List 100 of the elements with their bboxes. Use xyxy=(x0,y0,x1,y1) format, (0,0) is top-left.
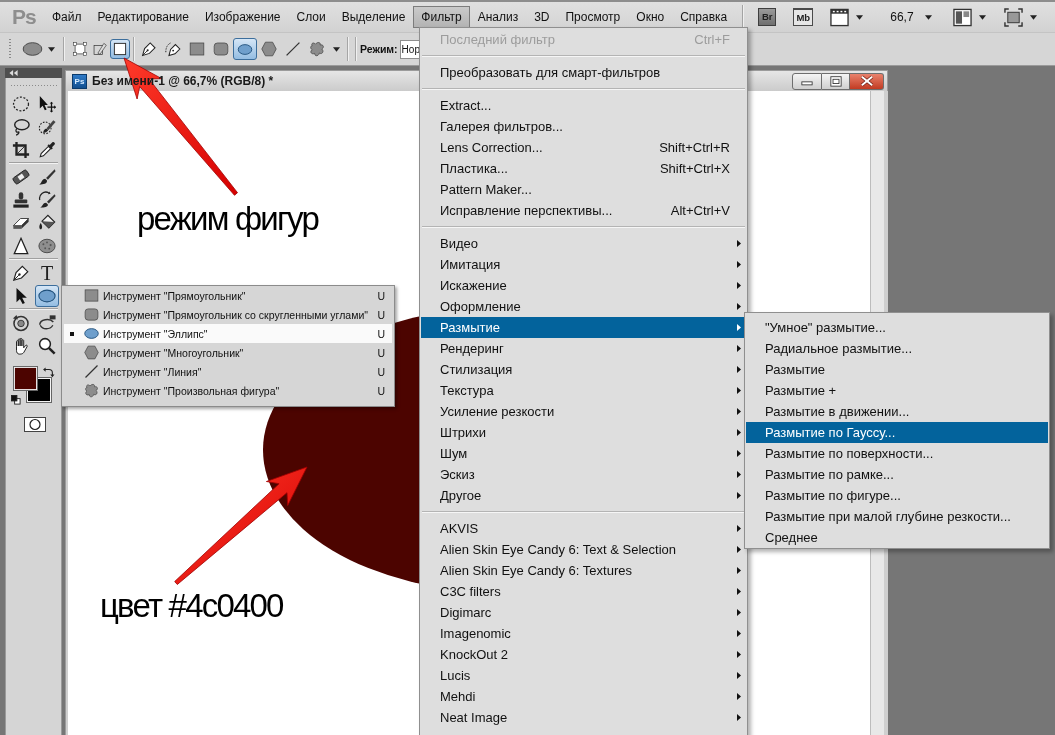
menu-item[interactable]: Искажение xyxy=(421,275,745,296)
menu-item[interactable]: Имитация xyxy=(421,254,745,275)
submenu-arrow-icon xyxy=(737,471,741,478)
menu[interactable]: Слои xyxy=(288,6,334,28)
arrange-documents-button[interactable] xyxy=(951,6,987,28)
blob-shape-icon xyxy=(83,383,100,398)
default-colors-icon[interactable] xyxy=(11,395,21,405)
menu-item[interactable]: Галерея фильтров... xyxy=(421,116,745,137)
hexagon-icon xyxy=(83,345,100,360)
menu-item[interactable]: Эскиз xyxy=(421,464,745,485)
menu-item[interactable]: "Умное" размытие... xyxy=(746,317,1048,338)
foreground-swatch-icon[interactable] xyxy=(13,366,38,391)
maximize-icon[interactable] xyxy=(828,75,843,87)
menu-item[interactable]: Размытие xyxy=(746,359,1048,380)
menu-item[interactable]: Extract... xyxy=(421,95,745,116)
mode-label: Режим: xyxy=(360,43,398,55)
menu-item[interactable]: Neat Image xyxy=(421,707,745,728)
menu[interactable]: Изображение xyxy=(196,6,289,28)
menu-item[interactable]: Инструмент "Прямоугольник" U xyxy=(64,286,392,305)
menu[interactable]: Файл xyxy=(44,6,90,28)
grip-handle[interactable] xyxy=(9,38,11,60)
menu-item[interactable]: Рендеринг xyxy=(421,338,745,359)
menu-item[interactable]: Усиление резкости xyxy=(421,401,745,422)
type-tool-button[interactable]: T xyxy=(35,261,59,284)
menu-item[interactable]: Инструмент "Произвольная фигура" U xyxy=(64,381,392,400)
caret-icon[interactable] xyxy=(856,14,864,20)
menu-item[interactable]: Текстура xyxy=(421,380,745,401)
menu-item[interactable]: Alien Skin Eye Candy 6: Textures xyxy=(421,560,745,581)
menu-item[interactable]: Lucis xyxy=(421,665,745,686)
menu-item[interactable]: Alien Skin Eye Candy 6: Text & Selection xyxy=(421,539,745,560)
menu-item[interactable]: Размытие по рамке... xyxy=(746,464,1048,485)
submenu-arrow-icon xyxy=(737,609,741,616)
menu-item[interactable]: KnockOut 2 xyxy=(421,644,745,665)
menu-item[interactable]: Другое xyxy=(421,485,745,506)
menu-item[interactable]: Инструмент "Многоугольник" U xyxy=(64,343,392,362)
swap-arrows-icon[interactable] xyxy=(43,367,55,378)
menu[interactable]: Окно xyxy=(628,6,673,28)
launcher-button[interactable]: Mb xyxy=(793,8,814,26)
menu-item[interactable]: Среднее xyxy=(746,527,1048,548)
menu-item[interactable]: AKVIS xyxy=(421,518,745,539)
submenu-arrow-icon xyxy=(737,324,741,331)
menu-item[interactable]: Lens Correction... Shift+Ctrl+R xyxy=(421,137,745,158)
layout-icon[interactable] xyxy=(952,7,972,27)
menu-item[interactable]: Размытие по фигуре... xyxy=(746,485,1048,506)
quick-mask-icon[interactable] xyxy=(24,417,46,432)
ellipse-icon xyxy=(83,326,100,341)
menu[interactable]: Просмотр xyxy=(557,6,629,28)
menu-item[interactable]: Пластика... Shift+Ctrl+X xyxy=(421,158,745,179)
rectangle-icon xyxy=(83,288,100,303)
menu-item[interactable]: Оформление xyxy=(421,296,745,317)
view-extras-button[interactable] xyxy=(829,6,865,28)
menu-item[interactable]: Pattern Maker... xyxy=(421,179,745,200)
menu[interactable]: Анализ xyxy=(469,6,527,28)
menu[interactable]: Выделение xyxy=(333,6,414,28)
menu-item[interactable]: Преобразовать для смарт-фильтров xyxy=(421,62,745,83)
menu-item[interactable]: Размытие + xyxy=(746,380,1048,401)
menu-item[interactable]: Штрихи xyxy=(421,422,745,443)
screen-mode-button[interactable] xyxy=(1002,6,1038,28)
caret-icon[interactable] xyxy=(1029,14,1037,20)
menu-item[interactable]: Размытие при малой глубине резкости... xyxy=(746,506,1048,527)
caret-icon[interactable] xyxy=(48,46,55,52)
film-strip-icon[interactable] xyxy=(830,7,850,27)
menu-item[interactable]: Imagenomic xyxy=(421,623,745,644)
ellipse-icon[interactable] xyxy=(22,42,43,56)
launcher-button[interactable]: Br xyxy=(758,8,777,26)
close-icon[interactable] xyxy=(859,75,874,87)
submenu-arrow-icon xyxy=(737,672,741,679)
menu-item[interactable]: Шум xyxy=(421,443,745,464)
menu-item[interactable]: Исправление перспективы... Alt+Ctrl+V xyxy=(421,200,745,221)
collapse-icon[interactable] xyxy=(9,70,18,76)
menu-item[interactable]: Стилизация xyxy=(421,359,745,380)
menu-item[interactable]: Mehdi xyxy=(421,686,745,707)
blend-mode-field[interactable]: Нор xyxy=(399,39,421,59)
panel-header[interactable] xyxy=(5,68,62,78)
menu-item[interactable]: Инструмент "Прямоугольник со скругленными углами" U xyxy=(64,305,392,324)
zoom-level-dropdown[interactable]: 66,7 xyxy=(889,6,933,28)
menu-item[interactable]: Размытие в движении... xyxy=(746,401,1048,422)
menu-item[interactable]: Инструмент "Линия" U xyxy=(64,362,392,381)
screen-mode-icon[interactable] xyxy=(1003,7,1023,27)
menu[interactable]: 3D xyxy=(526,6,558,28)
menu-item[interactable]: Размытие xyxy=(421,317,745,338)
menu[interactable]: Редактирование xyxy=(89,6,197,28)
menu-item[interactable]: Размытие по поверхности... xyxy=(746,443,1048,464)
minimize-button[interactable] xyxy=(792,72,822,90)
caret-icon[interactable] xyxy=(333,46,340,52)
menu-item[interactable]: Радиальное размытие... xyxy=(746,338,1048,359)
menu-item[interactable]: Размытие по Гауссу... xyxy=(746,422,1048,443)
menu-item[interactable]: Инструмент "Эллипс" U xyxy=(64,324,392,343)
maximize-button[interactable] xyxy=(822,72,850,90)
menu-item[interactable]: C3C filters xyxy=(421,581,745,602)
menu-item[interactable]: Digimarc xyxy=(421,602,745,623)
menu-item[interactable]: Видео xyxy=(421,233,745,254)
menu[interactable]: Фильтр xyxy=(413,6,470,28)
close-button[interactable] xyxy=(850,72,884,90)
tool-preset-button[interactable] xyxy=(21,39,56,59)
grip-handle[interactable] xyxy=(10,84,57,87)
submenu-arrow-icon xyxy=(737,408,741,415)
caret-icon[interactable] xyxy=(978,14,986,20)
caret-icon[interactable] xyxy=(924,14,932,20)
menu[interactable]: Справка xyxy=(672,6,736,28)
